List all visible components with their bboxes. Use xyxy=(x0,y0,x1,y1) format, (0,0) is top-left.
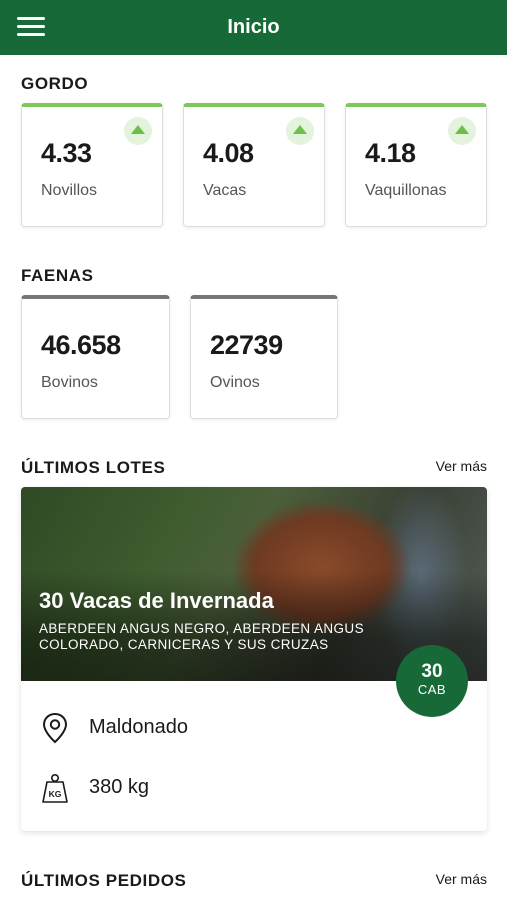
stat-card-ovinos[interactable]: 22739 Ovinos xyxy=(190,295,338,419)
stat-label: Vaquillonas xyxy=(365,182,447,199)
stat-label: Bovinos xyxy=(41,374,98,391)
stat-label: Vacas xyxy=(203,182,247,199)
head-count: 30 xyxy=(421,661,443,682)
svg-text:KG: KG xyxy=(49,789,62,799)
see-more-lotes-link[interactable]: Ver más xyxy=(436,458,487,474)
section-title-pedidos: ÚLTIMOS PEDIDOS xyxy=(21,871,187,890)
lot-title: 30 Vacas de Invernada xyxy=(39,588,274,613)
page-title: Inicio xyxy=(227,16,280,38)
head-count-badge: 30 CAB xyxy=(396,645,468,717)
lot-location: Maldonado xyxy=(89,716,188,738)
lot-weight: 380 kg xyxy=(89,776,150,798)
lot-card[interactable]: 30 Vacas de Invernada ABERDEEN ANGUS NEG… xyxy=(21,487,487,831)
stat-label: Novillos xyxy=(41,182,98,199)
app-bar: Inicio xyxy=(0,0,507,55)
stat-value: 4.33 xyxy=(41,138,92,168)
stat-value: 22739 xyxy=(210,330,283,360)
stat-card-novillos[interactable]: 4.33 Novillos xyxy=(21,103,163,227)
stat-card-vacas[interactable]: 4.08 Vacas xyxy=(183,103,325,227)
trend-up-icon xyxy=(286,117,314,145)
lot-breed: ABERDEEN ANGUS NEGRO, ABERDEEN ANGUS COL… xyxy=(39,621,364,652)
see-more-pedidos-link[interactable]: Ver más xyxy=(436,871,487,887)
trend-up-icon xyxy=(448,117,476,145)
stat-card-vaquillonas[interactable]: 4.18 Vaquillonas xyxy=(345,103,487,227)
trend-up-icon xyxy=(124,117,152,145)
stat-card-bovinos[interactable]: 46.658 Bovinos xyxy=(21,295,170,419)
stat-label: Ovinos xyxy=(210,374,260,391)
section-title-gordo: GORDO xyxy=(21,74,89,93)
stat-value: 46.658 xyxy=(41,330,121,360)
map-pin-icon xyxy=(42,712,68,744)
stat-value: 4.18 xyxy=(365,138,416,168)
kg-weight-icon: KG xyxy=(42,773,68,803)
section-title-lotes: ÚLTIMOS LOTES xyxy=(21,458,166,477)
head-count-unit: CAB xyxy=(417,682,447,697)
section-title-faenas: FAENAS xyxy=(21,266,94,285)
stat-value: 4.08 xyxy=(203,138,254,168)
